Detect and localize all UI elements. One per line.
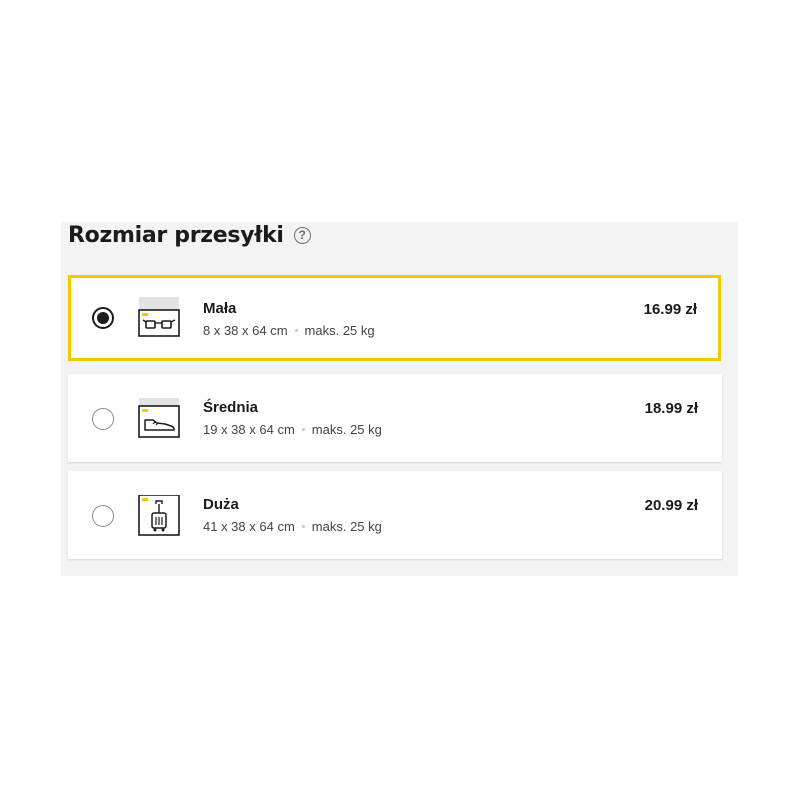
medium-parcel-shoe-icon — [138, 398, 180, 438]
option-details: 8 x 38 x 64 cm maks. 25 kg — [203, 323, 375, 338]
option-price: 16.99 zł — [643, 301, 697, 318]
parcel-option-small[interactable]: Mała 8 x 38 x 64 cm maks. 25 kg 16.99 zł — [68, 275, 721, 361]
radio-button-small[interactable] — [92, 307, 114, 329]
option-price: 20.99 zł — [644, 497, 698, 514]
option-price: 18.99 zł — [644, 400, 698, 417]
radio-dot — [97, 312, 109, 324]
radio-button-medium[interactable] — [92, 408, 114, 430]
separator-dot — [301, 525, 305, 528]
section-header: Rozmiar przesyłki ? — [68, 222, 311, 248]
large-parcel-suitcase-icon — [138, 495, 180, 536]
section-title: Rozmiar przesyłki — [68, 222, 284, 248]
help-icon[interactable]: ? — [293, 226, 311, 244]
option-max-weight: maks. 25 kg — [311, 422, 382, 437]
option-details: 19 x 38 x 64 cm maks. 25 kg — [203, 422, 382, 437]
separator-dot — [301, 428, 305, 431]
option-name: Średnia — [203, 399, 259, 416]
parcel-option-large[interactable]: Duża 41 x 38 x 64 cm maks. 25 kg 20.99 z… — [68, 471, 722, 559]
separator-dot — [294, 329, 298, 332]
option-dimensions: 19 x 38 x 64 cm — [203, 422, 295, 437]
small-parcel-glasses-icon — [138, 297, 180, 337]
option-dimensions: 41 x 38 x 64 cm — [203, 519, 295, 534]
option-name: Mała — [203, 300, 237, 317]
option-name: Duża — [203, 496, 239, 513]
option-dimensions: 8 x 38 x 64 cm — [203, 323, 288, 338]
radio-button-large[interactable] — [92, 505, 114, 527]
parcel-size-panel: Rozmiar przesyłki ? Mała 8 x 38 x 64 cm … — [61, 222, 738, 576]
option-max-weight: maks. 25 kg — [311, 519, 382, 534]
option-details: 41 x 38 x 64 cm maks. 25 kg — [203, 519, 382, 534]
parcel-option-medium[interactable]: Średnia 19 x 38 x 64 cm maks. 25 kg 18.9… — [68, 374, 722, 462]
option-max-weight: maks. 25 kg — [304, 323, 375, 338]
